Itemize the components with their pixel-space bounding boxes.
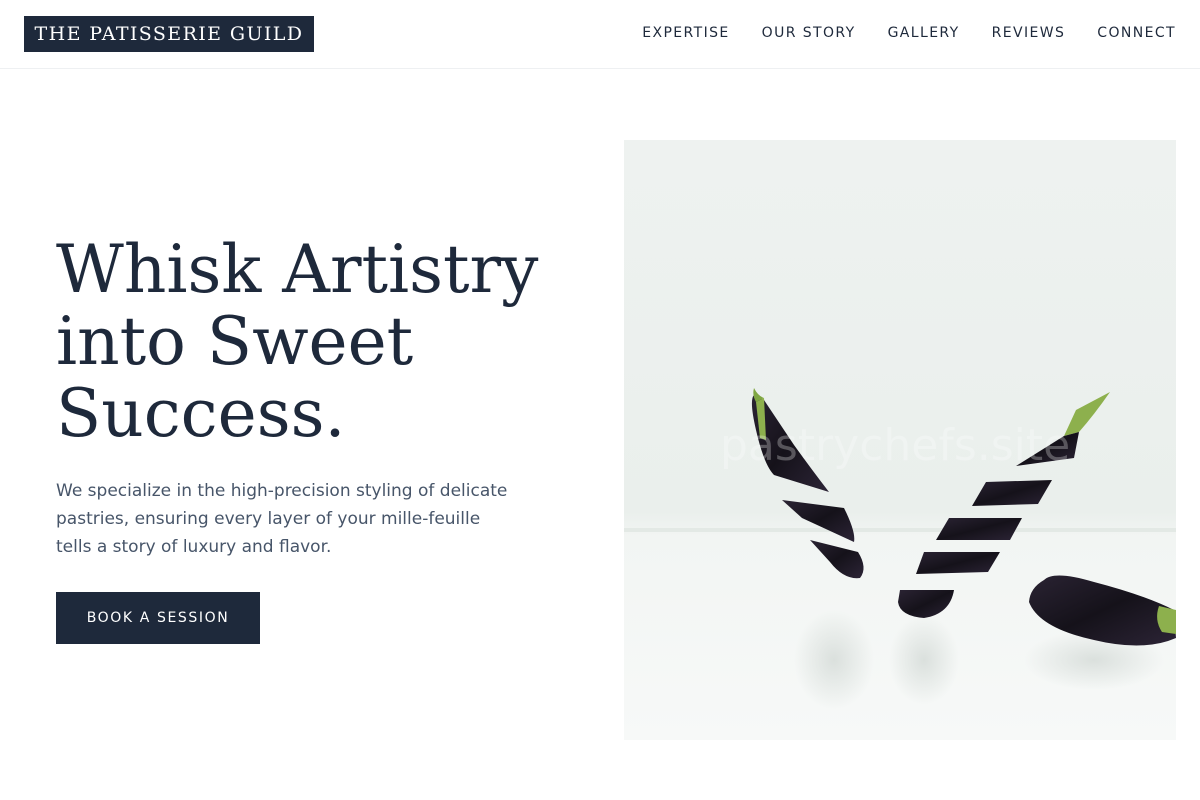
eggplant-body (1029, 575, 1176, 646)
reflection-shadow (794, 610, 874, 710)
nav-item-expertise[interactable]: EXPERTISE (642, 25, 729, 41)
eggplant-slice (898, 590, 954, 618)
nav-item-our-story[interactable]: OUR STORY (762, 25, 856, 41)
brand-logo[interactable]: THE PATISSERIE GUILD (24, 16, 314, 52)
watermark-text: pastrychefs.site (720, 420, 1070, 471)
eggplant-slice (972, 480, 1052, 506)
hero-title-line-3: Success. (56, 375, 346, 452)
eggplant-slice (810, 540, 864, 579)
table-edge (624, 528, 1176, 532)
eggplant-photo-illustration: pastrychefs.site (624, 388, 1176, 710)
whole-eggplant (1029, 575, 1176, 646)
hero-image: pastrychefs.site (624, 140, 1176, 740)
eggplant-slice (936, 518, 1022, 540)
book-session-button[interactable]: BOOK A SESSION (56, 592, 260, 644)
left-eggplant (751, 388, 864, 579)
eggplant-slice (782, 500, 855, 542)
site-header: THE PATISSERIE GUILD EXPERTISE OUR STORY… (0, 0, 1200, 69)
main-nav: EXPERTISE OUR STORY GALLERY REVIEWS CONN… (642, 24, 1176, 42)
hero-title-line-2: into Sweet (56, 303, 414, 380)
eggplant-stem (1064, 392, 1110, 436)
hero-title-line-1: Whisk Artistry (56, 231, 539, 308)
eggplant-slice (916, 552, 1000, 574)
nav-item-gallery[interactable]: GALLERY (888, 25, 960, 41)
reflection-shadow (889, 615, 959, 705)
hero-title: Whisk Artistry into Sweet Success. (56, 234, 576, 450)
nav-item-connect[interactable]: CONNECT (1097, 25, 1176, 41)
hero-subtitle: We specialize in the high-precision styl… (56, 481, 508, 557)
nav-item-reviews[interactable]: REVIEWS (992, 25, 1066, 41)
